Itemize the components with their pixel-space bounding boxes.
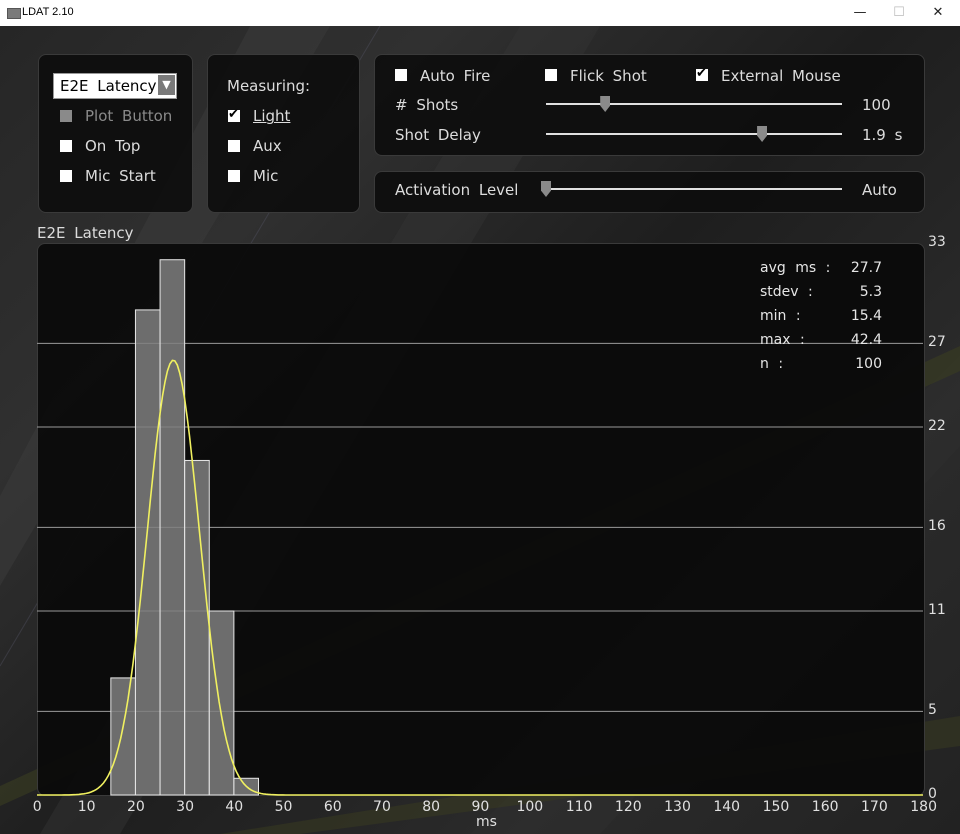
flick-shot-label: Flick Shot xyxy=(570,67,647,85)
x-tick-label: 120 xyxy=(614,799,642,815)
x-axis-label: ms xyxy=(476,814,497,830)
stat-label: max : xyxy=(760,332,805,348)
x-tick-label: 60 xyxy=(323,799,342,815)
shot-delay-label: Shot Delay xyxy=(395,126,481,144)
mic-start-label: Mic Start xyxy=(85,167,156,185)
chevron-down-icon: ▼ xyxy=(158,75,175,95)
activation-level-slider[interactable] xyxy=(541,188,842,190)
app-icon xyxy=(7,8,21,19)
x-tick-label: 100 xyxy=(516,799,544,815)
x-tick-label: 50 xyxy=(274,799,293,815)
x-tick-label: 80 xyxy=(422,799,441,815)
stat-label: min : xyxy=(760,308,801,324)
x-tick-label: 110 xyxy=(565,799,593,815)
x-tick-label: 160 xyxy=(811,799,839,815)
light-checkbox[interactable] xyxy=(228,107,240,123)
on-top-checkbox[interactable] xyxy=(60,140,72,152)
external-mouse-checkbox[interactable] xyxy=(696,66,708,82)
stat-label: stdev : xyxy=(760,284,813,300)
plot-type-select[interactable]: E2E Latency ▼ xyxy=(53,73,177,99)
flick-shot-checkbox[interactable] xyxy=(545,69,557,81)
stat-value: 5.3 xyxy=(859,284,882,300)
x-tick-label: 70 xyxy=(373,799,391,815)
shot-delay-slider[interactable] xyxy=(546,133,842,135)
plot-button-label: Plot Button xyxy=(85,107,173,125)
y-tick-label: 5 xyxy=(928,702,937,719)
x-tick-label: 10 xyxy=(77,799,96,815)
measuring-title: Measuring: xyxy=(227,77,311,95)
stat-label: n : xyxy=(760,356,784,372)
window-title: LDAT 2.10 xyxy=(22,6,74,18)
minimize-button[interactable]: — xyxy=(842,0,878,26)
x-tick-label: 150 xyxy=(762,799,790,815)
plot-button-checkbox[interactable] xyxy=(60,110,72,122)
x-tick-label: 40 xyxy=(225,799,244,815)
x-tick-label: 130 xyxy=(664,799,691,815)
stat-value: 100 xyxy=(855,356,882,372)
on-top-label: On Top xyxy=(85,137,141,155)
x-tick-label: 140 xyxy=(713,799,741,815)
stat-label: avg ms : xyxy=(760,260,831,276)
minimize-icon: — xyxy=(853,5,867,20)
x-tick-label: 30 xyxy=(176,799,194,815)
activation-level-label: Activation Level xyxy=(395,181,519,199)
maximize-icon: ☐ xyxy=(893,5,905,20)
y-tick-label: 16 xyxy=(928,518,946,535)
num-shots-label: # Shots xyxy=(395,96,459,114)
chart-title: E2E Latency xyxy=(37,224,134,242)
num-shots-value: 100 xyxy=(862,96,891,114)
stat-value: 27.7 xyxy=(850,260,882,276)
mic-checkbox[interactable] xyxy=(228,170,240,182)
plot-type-value: E2E Latency xyxy=(60,77,157,95)
auto-fire-label: Auto Fire xyxy=(420,67,491,85)
x-tick-label: 90 xyxy=(471,799,490,815)
x-tick-label: 170 xyxy=(861,799,888,815)
mic-label: Mic xyxy=(253,167,279,185)
mic-start-checkbox[interactable] xyxy=(60,170,72,182)
stat-value: 42.4 xyxy=(850,332,882,348)
y-tick-label: 11 xyxy=(928,602,946,618)
shot-delay-value: 1.9 s xyxy=(862,126,903,144)
x-tick-label: 20 xyxy=(126,799,145,815)
stat-value: 15.4 xyxy=(850,308,882,324)
y-tick-label: 22 xyxy=(928,418,946,434)
auto-fire-checkbox[interactable] xyxy=(395,69,407,81)
activation-level-value: Auto xyxy=(862,181,897,199)
close-button[interactable]: ✕ xyxy=(920,0,956,26)
light-label: Light xyxy=(253,107,291,125)
maximize-button[interactable]: ☐ xyxy=(881,0,917,26)
close-icon: ✕ xyxy=(932,5,944,20)
x-tick-label: 180 xyxy=(910,799,937,815)
y-tick-label: 27 xyxy=(928,334,946,351)
title-bar: LDAT 2.10 — ☐ ✕ xyxy=(0,0,960,26)
num-shots-slider[interactable] xyxy=(546,103,842,105)
y-tick-label: 33 xyxy=(928,234,946,250)
aux-checkbox[interactable] xyxy=(228,140,240,152)
x-tick-label: 0 xyxy=(32,799,42,815)
histogram-plot xyxy=(37,243,925,796)
external-mouse-label: External Mouse xyxy=(721,67,841,85)
aux-label: Aux xyxy=(253,137,282,155)
